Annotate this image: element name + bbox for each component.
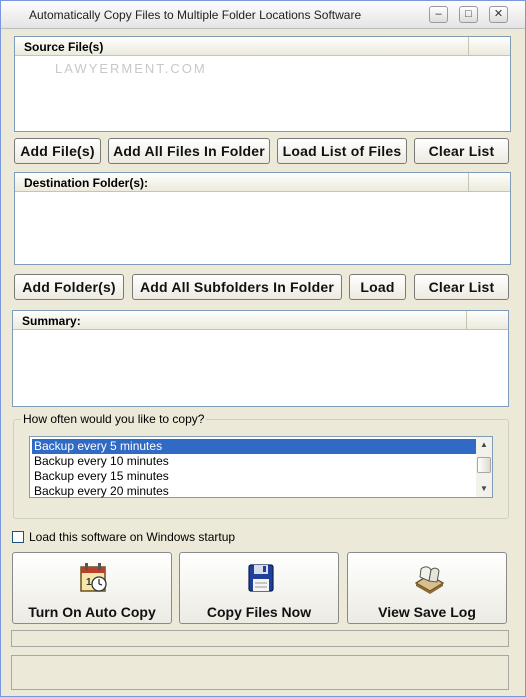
frequency-option[interactable]: Backup every 5 minutes	[32, 439, 476, 454]
column-separator	[466, 311, 467, 330]
clear-destination-list-button[interactable]: Clear List	[414, 274, 509, 300]
source-files-list[interactable]: Source File(s) LAWYERMENT.COM	[14, 36, 511, 132]
load-destinations-button[interactable]: Load	[349, 274, 406, 300]
log-book-icon	[414, 566, 445, 594]
add-all-subfolders-button[interactable]: Add All Subfolders In Folder	[132, 274, 342, 300]
svg-text:1: 1	[86, 577, 92, 588]
add-folders-button[interactable]: Add Folder(s)	[14, 274, 124, 300]
maximize-button[interactable]: □	[459, 6, 478, 23]
progress-bar	[11, 630, 509, 647]
turn-on-auto-copy-button[interactable]: 1 Turn On Auto Copy	[12, 552, 172, 624]
destination-folders-header[interactable]: Destination Folder(s):	[15, 173, 510, 192]
copy-files-now-label: Copy Files Now	[206, 604, 312, 620]
close-button[interactable]: ✕	[489, 6, 508, 23]
frequency-listbox[interactable]: Backup every 5 minutes Backup every 10 m…	[29, 436, 493, 498]
load-list-of-files-button[interactable]: Load List of Files	[277, 138, 407, 164]
scroll-down-icon[interactable]: ▼	[476, 482, 492, 496]
frequency-option[interactable]: Backup every 15 minutes	[32, 469, 476, 484]
minimize-button[interactable]: –	[429, 6, 448, 23]
status-bar	[11, 655, 509, 690]
clear-source-list-button[interactable]: Clear List	[414, 138, 509, 164]
source-files-header-label: Source File(s)	[24, 40, 104, 54]
summary-header-label: Summary:	[22, 314, 81, 328]
view-save-log-label: View Save Log	[378, 604, 476, 620]
summary-list[interactable]: Summary:	[12, 310, 509, 407]
startup-checkbox[interactable]	[12, 531, 24, 543]
watermark-text: LAWYERMENT.COM	[55, 61, 207, 76]
destination-folders-list[interactable]: Destination Folder(s):	[14, 172, 511, 265]
frequency-scrollbar[interactable]: ▲ ▼	[476, 437, 492, 497]
title-bar[interactable]: Automatically Copy Files to Multiple Fol…	[1, 1, 525, 29]
calendar-clock-icon: 1	[80, 563, 107, 592]
column-separator	[468, 37, 469, 56]
frequency-label: How often would you like to copy?	[21, 412, 207, 426]
scroll-thumb[interactable]	[477, 457, 491, 473]
app-window: Automatically Copy Files to Multiple Fol…	[0, 0, 526, 697]
source-files-header[interactable]: Source File(s)	[15, 37, 510, 56]
frequency-option[interactable]: Backup every 20 minutes	[32, 484, 476, 499]
add-all-files-in-folder-button[interactable]: Add All Files In Folder	[108, 138, 270, 164]
frequency-option[interactable]: Backup every 10 minutes	[32, 454, 476, 469]
floppy-disk-icon	[248, 564, 274, 592]
scroll-up-icon[interactable]: ▲	[476, 438, 492, 452]
add-files-button[interactable]: Add File(s)	[14, 138, 101, 164]
view-save-log-button[interactable]: View Save Log	[347, 552, 507, 624]
turn-on-auto-copy-label: Turn On Auto Copy	[28, 604, 156, 620]
startup-checkbox-label[interactable]: Load this software on Windows startup	[29, 530, 235, 544]
summary-header[interactable]: Summary:	[13, 311, 508, 330]
copy-files-now-button[interactable]: Copy Files Now	[179, 552, 339, 624]
window-title: Automatically Copy Files to Multiple Fol…	[29, 8, 362, 22]
destination-folders-header-label: Destination Folder(s):	[24, 176, 149, 190]
column-separator	[468, 173, 469, 192]
